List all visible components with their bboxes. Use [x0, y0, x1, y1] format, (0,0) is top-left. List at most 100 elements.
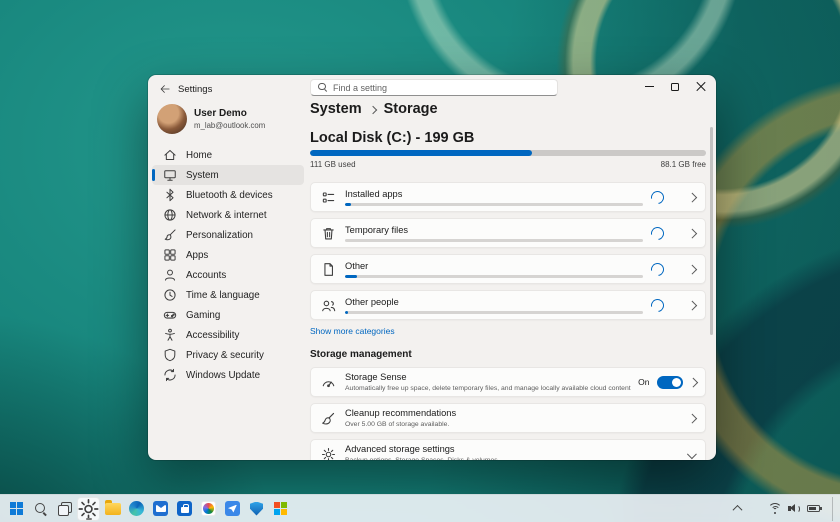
battery-icon: [807, 505, 820, 512]
chevron-right-icon: [687, 413, 696, 422]
cleanup-recommendations-card[interactable]: Cleanup recommendations Over 5.00 GB of …: [310, 403, 706, 433]
main-content: System Storage Local Disk (C:) - 199 GB …: [310, 75, 716, 460]
sidebar-item-accounts[interactable]: Accounts: [152, 265, 304, 285]
gamepad-icon: [163, 308, 177, 322]
storage-sense-card[interactable]: Storage Sense Automatically free up spac…: [310, 367, 706, 397]
mail-button[interactable]: [149, 497, 172, 521]
send-app-button[interactable]: [221, 497, 244, 521]
sidebar-item-network-internet[interactable]: Network & internet: [152, 205, 304, 225]
category-progress-fill: [345, 311, 348, 314]
tray-overflow-button[interactable]: [727, 497, 747, 521]
clock-icon: [163, 288, 177, 302]
sidebar-item-label: System: [186, 170, 219, 181]
chevron-right-icon: [687, 192, 696, 201]
store-button[interactable]: [173, 497, 196, 521]
category-other-people[interactable]: Other people: [310, 290, 706, 320]
sidebar-item-accessibility[interactable]: Accessibility: [152, 325, 304, 345]
sidebar-item-label: Windows Update: [186, 370, 260, 381]
category-installed-apps[interactable]: Installed apps: [310, 182, 706, 212]
chevron-right-icon: [687, 300, 696, 309]
photos-button[interactable]: [197, 497, 220, 521]
wifi-icon: [768, 503, 782, 514]
sidebar-item-label: Network & internet: [186, 210, 267, 221]
storage-sense-toggle[interactable]: [657, 376, 683, 389]
sidebar-item-bluetooth-devices[interactable]: Bluetooth & devices: [152, 185, 304, 205]
defender-shield-icon: [250, 502, 263, 516]
sidebar-item-system[interactable]: System: [152, 165, 304, 185]
apps-grid-icon: [163, 248, 177, 262]
category-label: Installed apps: [345, 189, 645, 199]
taskbar-settings-button[interactable]: [77, 497, 100, 521]
chevron-up-icon: [732, 505, 742, 515]
folder-icon: [105, 503, 121, 515]
file-explorer-button[interactable]: [101, 497, 124, 521]
sidebar-item-apps[interactable]: Apps: [152, 245, 304, 265]
category-progress-track: [345, 203, 643, 206]
edge-icon: [129, 501, 144, 516]
category-label: Other people: [345, 297, 645, 307]
sidebar-nav: Home System Bluetooth & devices Network …: [152, 145, 304, 385]
microsoft-logo-icon: [274, 502, 287, 515]
installed-apps-icon: [321, 190, 336, 205]
advanced-storage-settings-card[interactable]: Advanced storage settings Backup options…: [310, 439, 706, 460]
show-more-categories-link[interactable]: Show more categories: [310, 326, 395, 336]
gear-icon: [321, 447, 336, 461]
update-icon: [163, 368, 177, 382]
defender-button[interactable]: [245, 497, 268, 521]
sidebar-item-label: Bluetooth & devices: [186, 190, 273, 201]
sidebar-item-label: Personalization: [186, 230, 253, 241]
sidebar-item-gaming[interactable]: Gaming: [152, 305, 304, 325]
taskbar: [0, 494, 840, 522]
sidebar-item-privacy-security[interactable]: Privacy & security: [152, 345, 304, 365]
task-view-button[interactable]: [53, 497, 76, 521]
category-progress-track: [345, 239, 643, 242]
card-title: Storage Sense: [345, 372, 631, 382]
sidebar-item-label: Accounts: [186, 270, 226, 281]
sidebar-item-home[interactable]: Home: [152, 145, 304, 165]
sidebar-item-label: Gaming: [186, 310, 220, 321]
task-view-icon: [58, 502, 72, 516]
breadcrumb-chevron-icon: [368, 105, 376, 113]
cleanup-icon: [321, 411, 336, 426]
tray-status-group[interactable]: [761, 497, 827, 521]
show-desktop-button[interactable]: [832, 497, 837, 521]
sidebar-item-label: Apps: [186, 250, 208, 261]
start-button[interactable]: [5, 497, 28, 521]
card-description: Automatically free up space, delete temp…: [345, 385, 631, 392]
disk-usage-fill: [310, 150, 532, 156]
category-other[interactable]: Other: [310, 254, 706, 284]
document-icon: [321, 262, 336, 277]
sidebar-item-label: Home: [186, 150, 212, 161]
person-icon: [163, 268, 177, 282]
disk-free-label: 88.1 GB free: [661, 160, 706, 169]
disk-used-label: 111 GB used: [310, 160, 356, 169]
taskbar-search-button[interactable]: [29, 497, 52, 521]
breadcrumb-parent[interactable]: System: [310, 101, 362, 117]
category-body: Other people: [345, 297, 645, 314]
sidebar-item-label: Privacy & security: [186, 350, 264, 361]
sidebar-item-time-language[interactable]: Time & language: [152, 285, 304, 305]
avatar[interactable]: [157, 104, 187, 134]
settings-window: Settings User Demo m_lab@outlook.com Hom…: [148, 75, 716, 460]
toggle-area: On: [638, 376, 696, 389]
loading-spinner: [648, 296, 666, 314]
selected-indicator: [152, 169, 155, 181]
edge-button[interactable]: [125, 497, 148, 521]
storage-sense-icon: [321, 375, 336, 390]
scrollbar-thumb[interactable]: [710, 127, 713, 335]
sidebar-item-windows-update[interactable]: Windows Update: [152, 365, 304, 385]
chevron-down-icon: [687, 449, 696, 458]
category-progress-fill: [345, 275, 357, 278]
sidebar-item-label: Accessibility: [186, 330, 239, 341]
toggle-knob: [672, 378, 681, 387]
brush-icon: [163, 228, 177, 242]
volume-icon: [788, 503, 801, 514]
taskbar-apps: [0, 497, 292, 521]
windows-logo-icon: [10, 502, 23, 515]
accessibility-icon: [163, 328, 177, 342]
sidebar-item-personalization[interactable]: Personalization: [152, 225, 304, 245]
microsoft-app-button[interactable]: [269, 497, 292, 521]
category-temporary-files[interactable]: Temporary files: [310, 218, 706, 248]
chevron-right-icon: [687, 264, 696, 273]
photos-icon: [201, 501, 216, 516]
